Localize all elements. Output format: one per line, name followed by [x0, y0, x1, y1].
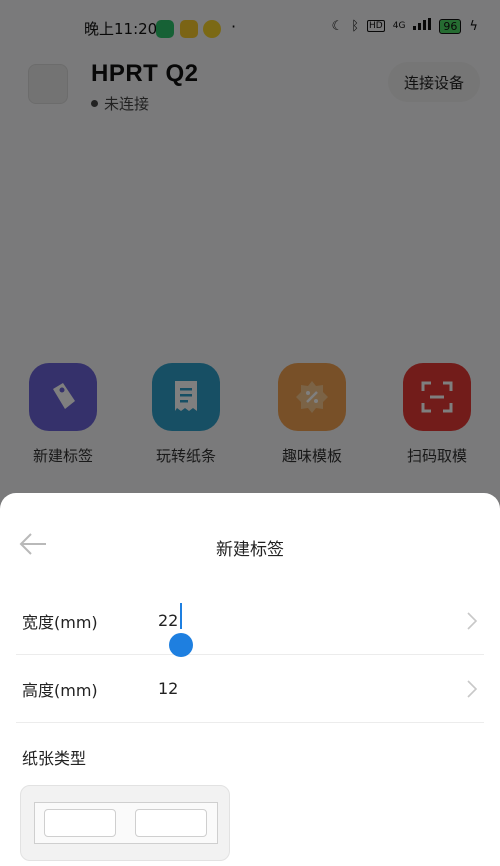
paper-type-option[interactable]: [20, 785, 230, 861]
width-input[interactable]: [158, 605, 438, 635]
chevron-right-icon: [466, 611, 478, 631]
height-row: 高度(mm): [16, 655, 484, 723]
paper-cell: [135, 809, 207, 837]
text-cursor: [180, 603, 182, 629]
cursor-handle[interactable]: [169, 633, 193, 657]
sheet-title: 新建标签: [216, 540, 284, 560]
new-label-sheet: 新建标签 宽度(mm) 高度(mm) 纸张类型: [0, 493, 500, 866]
width-label: 宽度(mm): [22, 613, 98, 632]
paper-cell: [44, 809, 116, 837]
back-arrow-icon[interactable]: [18, 531, 48, 557]
height-label: 高度(mm): [22, 681, 98, 700]
paper-preview: [34, 802, 218, 844]
chevron-right-icon: [466, 679, 478, 699]
width-row: 宽度(mm): [16, 587, 484, 657]
paper-type-label: 纸张类型: [22, 749, 87, 768]
height-input[interactable]: [158, 673, 438, 703]
